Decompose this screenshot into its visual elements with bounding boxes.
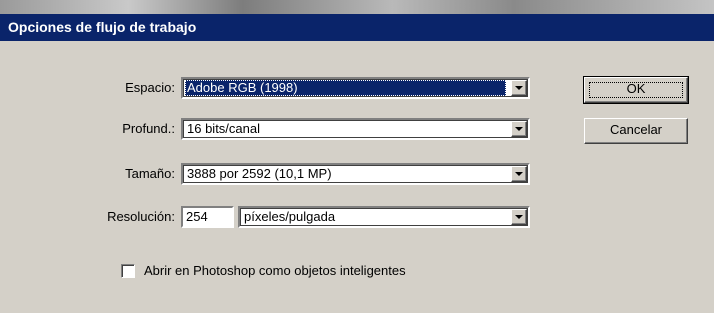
espacio-label: Espacio: <box>125 80 175 95</box>
background-strip <box>0 0 714 14</box>
chevron-down-icon[interactable] <box>511 121 527 137</box>
ok-button[interactable]: OK <box>583 76 689 104</box>
resolucion-label: Resolución: <box>107 209 175 224</box>
chevron-down-icon[interactable] <box>511 209 527 225</box>
espacio-value: Adobe RGB (1998) <box>185 80 506 96</box>
focus-rect <box>589 82 683 98</box>
workflow-options-dialog: Espacio: Adobe RGB (1998) Profund.: 16 b… <box>0 41 714 313</box>
profund-value: 16 bits/canal <box>187 121 260 136</box>
smart-objects-label[interactable]: Abrir en Photoshop como objetos intelige… <box>144 263 406 279</box>
espacio-select[interactable]: Adobe RGB (1998) <box>181 77 530 99</box>
profund-select[interactable]: 16 bits/canal <box>181 118 530 140</box>
resolucion-input[interactable]: 254 <box>181 206 234 228</box>
tamano-value: 3888 por 2592 (10,1 MP) <box>187 166 332 181</box>
smart-objects-checkbox[interactable] <box>121 264 135 278</box>
tamano-label: Tamaño: <box>125 166 175 181</box>
dialog-title: Opciones de flujo de trabajo <box>0 14 714 41</box>
cancel-button-label: Cancelar <box>609 122 663 137</box>
chevron-down-icon[interactable] <box>511 166 527 182</box>
tamano-select[interactable]: 3888 por 2592 (10,1 MP) <box>181 163 530 185</box>
cancel-button[interactable]: Cancelar <box>584 118 688 144</box>
chevron-down-icon[interactable] <box>511 80 527 96</box>
resolucion-unit-select[interactable]: píxeles/pulgada <box>238 206 530 228</box>
resolucion-unit-value: píxeles/pulgada <box>244 209 336 224</box>
profund-label: Profund.: <box>122 121 175 136</box>
